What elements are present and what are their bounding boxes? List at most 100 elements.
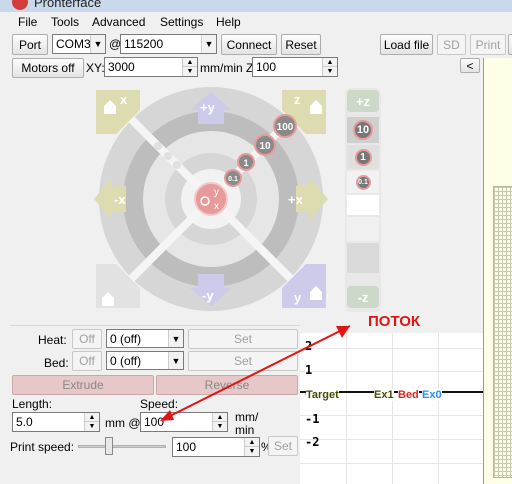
print-speed-input[interactable]: 100 ▲ ▼ xyxy=(172,437,260,457)
speed-unit-line1: mm/ xyxy=(235,410,259,424)
feed-unit-label: mm/min Z: xyxy=(200,61,257,75)
z-feedrate-input[interactable]: 100 ▲ ▼ xyxy=(252,57,338,77)
plus-x-label: +x xyxy=(288,192,304,207)
bed-label: Bed: xyxy=(44,356,69,370)
menu-settings[interactable]: Settings xyxy=(160,15,203,29)
bed-off-button[interactable]: Off xyxy=(72,351,102,371)
collapse-button[interactable]: < xyxy=(460,58,480,73)
print-button[interactable]: Print xyxy=(470,34,506,55)
reverse-button[interactable]: Reverse xyxy=(156,375,298,395)
xy-feedrate-input[interactable]: 3000 ▲ ▼ xyxy=(104,57,198,77)
bed-set-button[interactable]: Set xyxy=(188,351,298,371)
app-icon xyxy=(12,0,28,10)
legend-ex0: Ex0 xyxy=(422,389,442,401)
z-down-step-01[interactable] xyxy=(347,195,379,215)
y-tick-minus-1: -1 xyxy=(305,412,320,426)
menu-file[interactable]: File xyxy=(18,15,37,29)
z-feedrate-value: 100 xyxy=(256,60,277,74)
spin-buttons[interactable]: ▲ ▼ xyxy=(244,438,259,456)
minus-y-label: -y xyxy=(202,288,214,303)
plus-y-label: +y xyxy=(200,100,216,115)
legend-target: Target xyxy=(306,389,339,401)
temperature-graph: 2 1 0 -1 -2 Target Ex1 Bed Ex0 xyxy=(300,333,483,484)
menu-advanced[interactable]: Advanced xyxy=(92,15,145,29)
xy-label: XY: xyxy=(86,61,105,75)
legend-ex1: Ex1 xyxy=(374,389,394,401)
divider-dot xyxy=(164,152,172,160)
heat-set-button[interactable]: Set xyxy=(188,329,298,349)
speed-input[interactable]: 100 ▲ ▼ xyxy=(140,412,228,432)
port-value: COM3 xyxy=(56,37,91,51)
z-step-01-label: 0.1 xyxy=(355,174,371,190)
chevron-down-icon[interactable]: ▼ xyxy=(168,330,183,347)
spin-buttons[interactable]: ▲ ▼ xyxy=(182,58,197,76)
z-step-1-label: 1 xyxy=(354,148,372,166)
z-plus-button[interactable]: +z xyxy=(347,90,379,112)
z-step-1-button[interactable]: 1 xyxy=(347,145,379,169)
heat-off-button[interactable]: Off xyxy=(72,329,102,349)
load-file-button[interactable]: Load file xyxy=(380,34,433,55)
z-minus-button[interactable]: -z xyxy=(347,286,379,308)
port-combo[interactable]: COM3 ▼ xyxy=(52,34,106,54)
center-y-label: y xyxy=(214,187,219,198)
y-tick-minus-2: -2 xyxy=(305,435,320,449)
print-speed-label: Print speed: xyxy=(10,440,75,454)
minus-x-label: -x xyxy=(114,192,126,207)
home-xy-button[interactable] xyxy=(194,182,228,216)
extrude-button[interactable]: Extrude xyxy=(12,375,154,395)
chevron-down-icon[interactable]: ▼ xyxy=(168,352,183,369)
mm-at-label: mm @ xyxy=(105,416,141,430)
menu-tools[interactable]: Tools xyxy=(51,15,79,29)
z-jog-control[interactable]: +z 10 1 0.1 -z xyxy=(345,88,381,312)
print-speed-value: 100 xyxy=(176,440,197,454)
print-speed-slider-thumb[interactable] xyxy=(105,437,114,455)
speed-value: 100 xyxy=(144,415,165,429)
reset-button[interactable]: Reset xyxy=(281,34,321,55)
length-input[interactable]: 5.0 ▲ ▼ xyxy=(12,412,100,432)
window-title: Pronterface xyxy=(34,0,102,10)
y-tick-1: 1 xyxy=(305,363,313,377)
divider xyxy=(10,325,300,326)
spin-buttons[interactable]: ▲ ▼ xyxy=(322,58,337,76)
spin-buttons[interactable]: ▲ ▼ xyxy=(212,413,227,431)
heat-temp-value: 0 (off) xyxy=(110,331,142,346)
gridline xyxy=(438,333,439,484)
more-button[interactable] xyxy=(508,34,512,55)
step-100-label: 100 xyxy=(277,122,294,133)
step-1-label: 1 xyxy=(243,158,248,168)
legend-bed: Bed xyxy=(398,389,419,401)
y-tick-2: 2 xyxy=(305,339,313,353)
print-preview-panel[interactable] xyxy=(483,58,512,484)
print-speed-slider-track[interactable] xyxy=(78,445,166,448)
speed-label: Speed: xyxy=(140,397,179,411)
menu-help[interactable]: Help xyxy=(216,15,241,29)
z-down-step-1[interactable] xyxy=(347,217,379,241)
z-step-10-label: 10 xyxy=(353,120,373,140)
length-label: Length: xyxy=(12,397,53,411)
z-step-10-button[interactable]: 10 xyxy=(347,117,379,143)
chevron-down-icon[interactable]: ▼ xyxy=(201,35,216,53)
menu-bar: File Tools Advanced Settings Help xyxy=(0,12,512,32)
bed-temp-combo[interactable]: 0 (off) ▼ xyxy=(106,351,184,370)
xy-jog-control[interactable]: x z y +y -y -x +x y x 100 10 1 0.1 xyxy=(0,80,360,320)
sd-button[interactable]: SD xyxy=(437,34,466,55)
chevron-down-icon[interactable]: ▼ xyxy=(90,35,105,53)
step-01-label: 0.1 xyxy=(228,176,238,183)
gridline xyxy=(346,333,347,484)
build-plate-grid xyxy=(493,186,512,478)
motors-off-button[interactable]: Motors off xyxy=(12,58,84,78)
z-step-01-button[interactable]: 0.1 xyxy=(347,171,379,193)
center-x-label: x xyxy=(214,201,219,212)
heat-temp-combo[interactable]: 0 (off) ▼ xyxy=(106,329,184,348)
home-z-label: z xyxy=(294,92,301,107)
spin-buttons[interactable]: ▲ ▼ xyxy=(84,413,99,431)
connect-button[interactable]: Connect xyxy=(221,34,277,55)
speed-unit-line2: min xyxy=(235,423,255,437)
port-button[interactable]: Port xyxy=(12,34,48,55)
bed-temp-value: 0 (off) xyxy=(110,353,142,368)
print-speed-set-button[interactable]: Set xyxy=(268,436,298,456)
home-x-label: x xyxy=(120,92,128,107)
baud-combo[interactable]: 115200 ▼ xyxy=(120,34,217,54)
home-y-label: y xyxy=(294,290,302,305)
z-down-step-10[interactable] xyxy=(347,243,379,273)
